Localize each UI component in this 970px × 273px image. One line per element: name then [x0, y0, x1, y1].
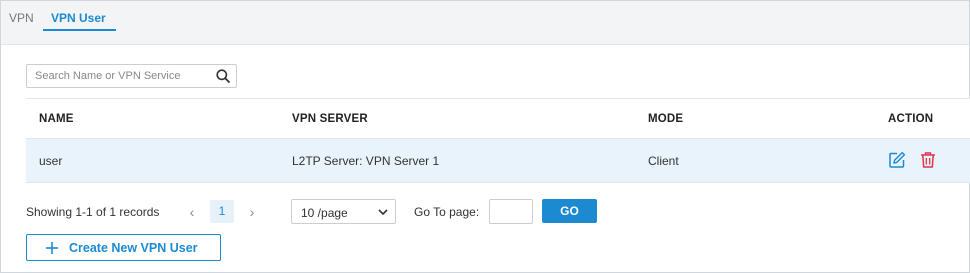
search-icon[interactable]	[215, 68, 231, 84]
plus-icon	[46, 242, 58, 254]
tab-vpn[interactable]: VPN	[9, 10, 34, 26]
previous-page-button[interactable]: ‹	[182, 201, 202, 223]
tab-vpn-user[interactable]: VPN User	[51, 10, 106, 26]
cell-name: user	[39, 154, 63, 168]
cell-vpn-server: L2TP Server: VPN Server 1	[292, 154, 440, 168]
tab-bar: VPN VPN User	[1, 1, 969, 45]
goto-page-input[interactable]	[489, 199, 533, 224]
column-header-vpn-server[interactable]: VPN SERVER	[292, 113, 368, 125]
go-button[interactable]: GO	[542, 199, 597, 223]
column-header-name[interactable]: NAME	[39, 113, 74, 125]
page-size-value: 10 /page	[301, 206, 348, 220]
search-input[interactable]	[27, 65, 207, 87]
table-row[interactable]: user L2TP Server: VPN Server 1 Client	[26, 139, 970, 183]
vpn-user-panel: VPN VPN User NAME VPN SERVER MODE ACTION…	[0, 0, 970, 273]
active-tab-indicator	[43, 29, 116, 31]
edit-icon[interactable]	[888, 151, 906, 169]
column-header-mode[interactable]: MODE	[648, 113, 683, 125]
create-button-label: Create New VPN User	[69, 241, 198, 255]
page-size-select[interactable]: 10 /page	[291, 199, 396, 224]
goto-page-label: Go To page:	[414, 205, 480, 219]
pagination: Showing 1-1 of 1 records ‹ 1 › 10 /page …	[26, 199, 626, 225]
chevron-down-icon	[378, 209, 388, 216]
vpn-user-table: NAME VPN SERVER MODE ACTION user L2TP Se…	[26, 98, 970, 183]
page-number-current[interactable]: 1	[210, 200, 234, 223]
next-page-button[interactable]: ›	[242, 201, 262, 223]
records-count: Showing 1-1 of 1 records	[26, 205, 160, 219]
delete-icon[interactable]	[919, 151, 937, 169]
column-header-action: ACTION	[888, 113, 934, 125]
search-box	[26, 64, 237, 88]
cell-mode: Client	[648, 154, 679, 168]
table-header: NAME VPN SERVER MODE ACTION	[26, 98, 970, 139]
create-new-vpn-user-button[interactable]: Create New VPN User	[26, 234, 221, 261]
